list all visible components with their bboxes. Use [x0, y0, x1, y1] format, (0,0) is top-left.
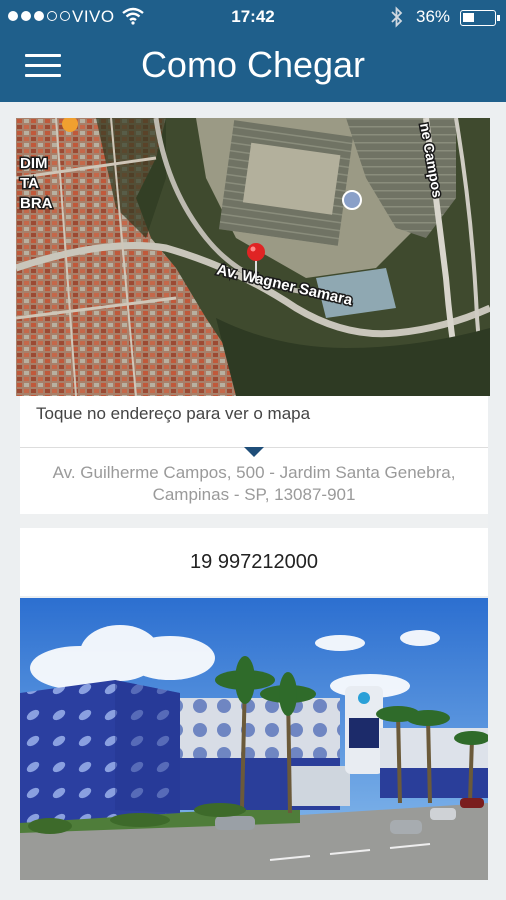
district-label-2: TA: [20, 175, 39, 192]
battery-icon: [460, 10, 500, 26]
page-title: Como Chegar: [140, 44, 366, 85]
address-line-2: Campinas - SP, 13087-901: [152, 485, 356, 504]
status-bar: VIVO 17:42 36%: [0, 0, 506, 34]
phone-number-button[interactable]: 19 997212000: [20, 528, 488, 596]
district-label-1: DIM: [20, 155, 48, 172]
map-view[interactable]: Av. Wagner Samara ne Campos DIM TA BRA: [16, 118, 490, 396]
address-text[interactable]: Av. Guilherme Campos, 500 - Jardim Santa…: [20, 462, 488, 506]
caret-down-icon: [244, 447, 264, 457]
address-line-1: Av. Guilherme Campos, 500 - Jardim Santa…: [52, 463, 456, 482]
shopping-building-image: [20, 598, 488, 880]
map-pin-icon: [247, 243, 265, 282]
bluetooth-icon: [391, 6, 403, 28]
map-hint: Toque no endereço para ver o mapa: [36, 404, 311, 423]
shopping-poi-icon: [342, 190, 362, 210]
district-label-3: BRA: [20, 195, 53, 212]
card-spacer: [20, 514, 488, 528]
battery-percent: 36%: [416, 7, 451, 26]
address-card[interactable]: Toque no endereço para ver o mapa Av. Gu…: [20, 396, 488, 528]
app-header: VIVO 17:42 36% Como Chegar: [0, 0, 506, 102]
